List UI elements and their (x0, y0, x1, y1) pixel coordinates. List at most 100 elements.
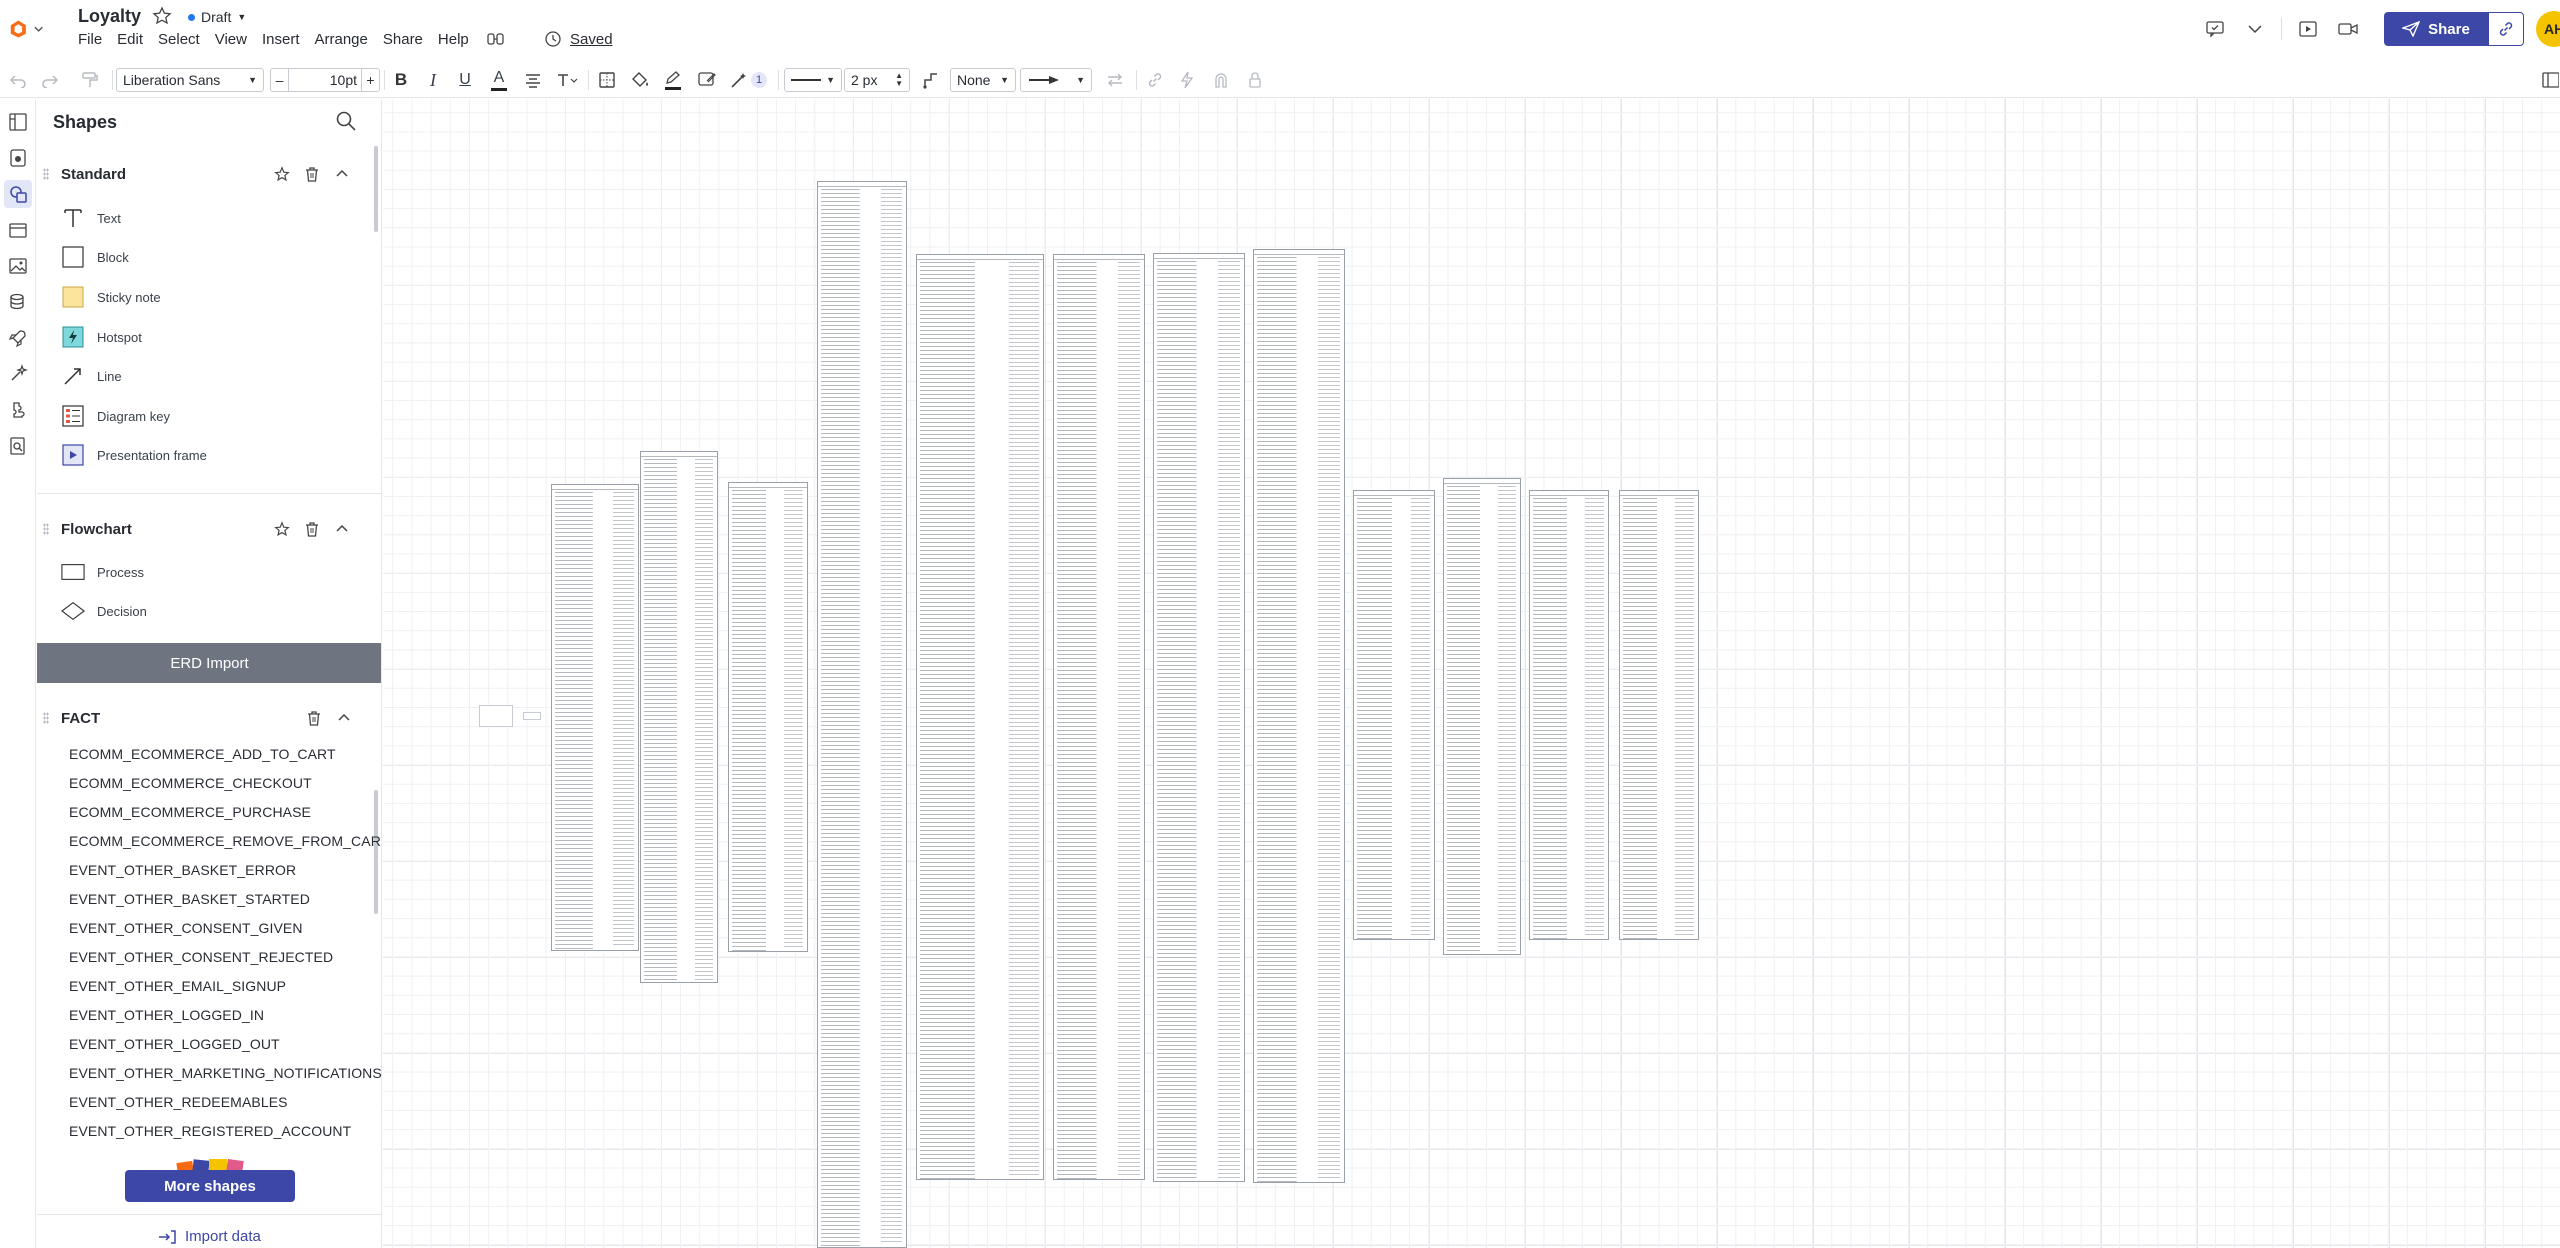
lucid-logo[interactable] (8, 14, 44, 44)
style-panel-icon[interactable] (692, 62, 722, 98)
erd-table[interactable] (640, 451, 718, 983)
copy-link-button[interactable] (2488, 12, 2524, 46)
chevron-up-icon[interactable] (335, 709, 353, 727)
data-icon[interactable] (4, 288, 32, 316)
shape-sticky-note[interactable]: Sticky note (61, 278, 161, 316)
menu-select[interactable]: Select (158, 31, 200, 53)
erd-table[interactable] (916, 254, 1044, 1180)
comments-icon[interactable] (2195, 12, 2235, 46)
erd-table[interactable] (1443, 478, 1521, 955)
shapes-icon[interactable] (4, 180, 32, 208)
save-status[interactable]: Saved (544, 30, 613, 48)
fact-item[interactable]: ECOMM_ECOMMERCE_CHECKOUT (69, 775, 312, 791)
frame-icon[interactable] (4, 216, 32, 244)
integrations-icon[interactable] (4, 396, 32, 424)
rocket-icon[interactable] (4, 324, 32, 352)
undo-icon[interactable] (4, 62, 32, 98)
feature-find-icon[interactable] (486, 31, 506, 53)
line-color-button[interactable] (658, 62, 688, 98)
present-icon[interactable] (2288, 12, 2328, 46)
trash-icon[interactable] (303, 520, 321, 538)
fact-item[interactable]: EVENT_OTHER_BASKET_STARTED (69, 891, 310, 907)
fact-item[interactable]: EVENT_OTHER_REGISTERED_ACCOUNT (69, 1123, 351, 1139)
video-call-icon[interactable] (2328, 12, 2368, 46)
border-options-icon[interactable] (592, 62, 622, 98)
italic-button[interactable]: I (418, 62, 448, 98)
fact-item[interactable]: EVENT_OTHER_CONSENT_GIVEN (69, 920, 303, 936)
fact-item[interactable]: EVENT_OTHER_LOGGED_IN (69, 1007, 264, 1023)
shape-text[interactable]: Text (61, 199, 121, 237)
menu-arrange[interactable]: Arrange (315, 31, 368, 53)
magnet-icon[interactable] (1206, 62, 1236, 98)
fact-item[interactable]: EVENT_OTHER_EMAIL_SIGNUP (69, 978, 286, 994)
fact-item[interactable]: EVENT_OTHER_BASKET_ERROR (69, 862, 296, 878)
fill-color-icon[interactable] (626, 62, 656, 98)
font-size-value[interactable]: 10pt (289, 72, 361, 88)
fact-item[interactable]: EVENT_OTHER_MARKETING_NOTIFICATIONS (69, 1065, 381, 1081)
shape-presentation-frame[interactable]: Presentation frame (61, 436, 207, 474)
fact-item[interactable]: ECOMM_ECOMMERCE_ADD_TO_CART (69, 746, 336, 762)
font-family-select[interactable]: Liberation Sans ▼ (116, 68, 264, 92)
fact-library-header[interactable]: FACT (37, 700, 381, 736)
line-end-select[interactable]: ▼ (1020, 68, 1092, 92)
menu-insert[interactable]: Insert (262, 31, 300, 53)
erd-table[interactable] (817, 181, 907, 1248)
drag-handle-icon[interactable] (43, 523, 49, 535)
shape-hotspot[interactable]: Hotspot (61, 318, 142, 356)
line-shape-icon[interactable] (916, 62, 946, 98)
trash-icon[interactable] (303, 165, 321, 183)
import-data-link[interactable]: Import data (157, 1228, 261, 1245)
more-shapes-button[interactable]: More shapes (125, 1170, 295, 1202)
fact-item[interactable]: ECOMM_ECOMMERCE_PURCHASE (69, 804, 311, 820)
ai-sparkle-icon[interactable] (4, 360, 32, 388)
erd-table[interactable] (728, 482, 808, 952)
user-avatar[interactable]: AH (2536, 11, 2560, 47)
shape-block[interactable]: Block (61, 238, 129, 276)
trash-icon[interactable] (305, 709, 323, 727)
shape-process[interactable]: Process (61, 553, 144, 591)
erd-mini-shape[interactable] (479, 705, 513, 727)
search-document-icon[interactable] (4, 432, 32, 460)
template-icon[interactable] (4, 144, 32, 172)
swap-arrows-icon[interactable] (1100, 62, 1130, 98)
drag-handle-icon[interactable] (43, 712, 49, 724)
erd-table[interactable] (1053, 254, 1145, 1180)
erd-import-bar[interactable]: ERD Import (37, 643, 381, 683)
fact-item[interactable]: EVENT_OTHER_REDEEMABLES (69, 1094, 288, 1110)
font-size-decrease[interactable]: – (271, 69, 289, 91)
line-width-select[interactable]: 2 px ▲ ▼ (844, 68, 910, 92)
menu-edit[interactable]: Edit (117, 31, 143, 53)
share-button[interactable]: Share (2384, 12, 2488, 46)
flowchart-library-header[interactable]: Flowchart (37, 511, 381, 547)
menu-view[interactable]: View (215, 31, 247, 53)
search-icon[interactable] (335, 110, 357, 137)
erd-table[interactable] (1153, 253, 1245, 1182)
menu-help[interactable]: Help (438, 31, 469, 53)
text-options-icon[interactable] (552, 62, 582, 98)
panel-toggle-icon[interactable] (2540, 62, 2560, 98)
lightning-icon[interactable] (1172, 62, 1202, 98)
erd-table[interactable] (1353, 490, 1435, 940)
fact-scrollbar[interactable] (374, 790, 378, 914)
format-painter-icon[interactable] (76, 62, 104, 98)
bold-button[interactable]: B (386, 62, 416, 98)
erd-mini-shape[interactable] (523, 712, 541, 720)
chevron-up-icon[interactable] (333, 165, 351, 183)
star-icon[interactable] (273, 165, 291, 183)
font-size-stepper[interactable]: – 10pt + (270, 68, 380, 92)
erd-table[interactable] (551, 484, 639, 951)
image-icon[interactable] (4, 252, 32, 280)
text-color-button[interactable]: A (484, 62, 514, 98)
font-size-increase[interactable]: + (361, 69, 379, 91)
shape-line[interactable]: Line (61, 357, 122, 395)
redo-icon[interactable] (36, 62, 64, 98)
erd-table[interactable] (1619, 490, 1699, 940)
fact-item[interactable]: ECOMM_ECOMMERCE_REMOVE_FROM_CART (69, 833, 381, 849)
chevron-up-icon[interactable] (333, 520, 351, 538)
favorite-star-icon[interactable] (152, 6, 172, 31)
shape-decision[interactable]: Decision (61, 592, 147, 630)
chevron-down-icon[interactable] (2235, 12, 2275, 46)
line-style-select[interactable]: ▼ (784, 68, 842, 92)
drag-handle-icon[interactable] (43, 168, 49, 180)
diagram-canvas[interactable] (383, 99, 2560, 1248)
